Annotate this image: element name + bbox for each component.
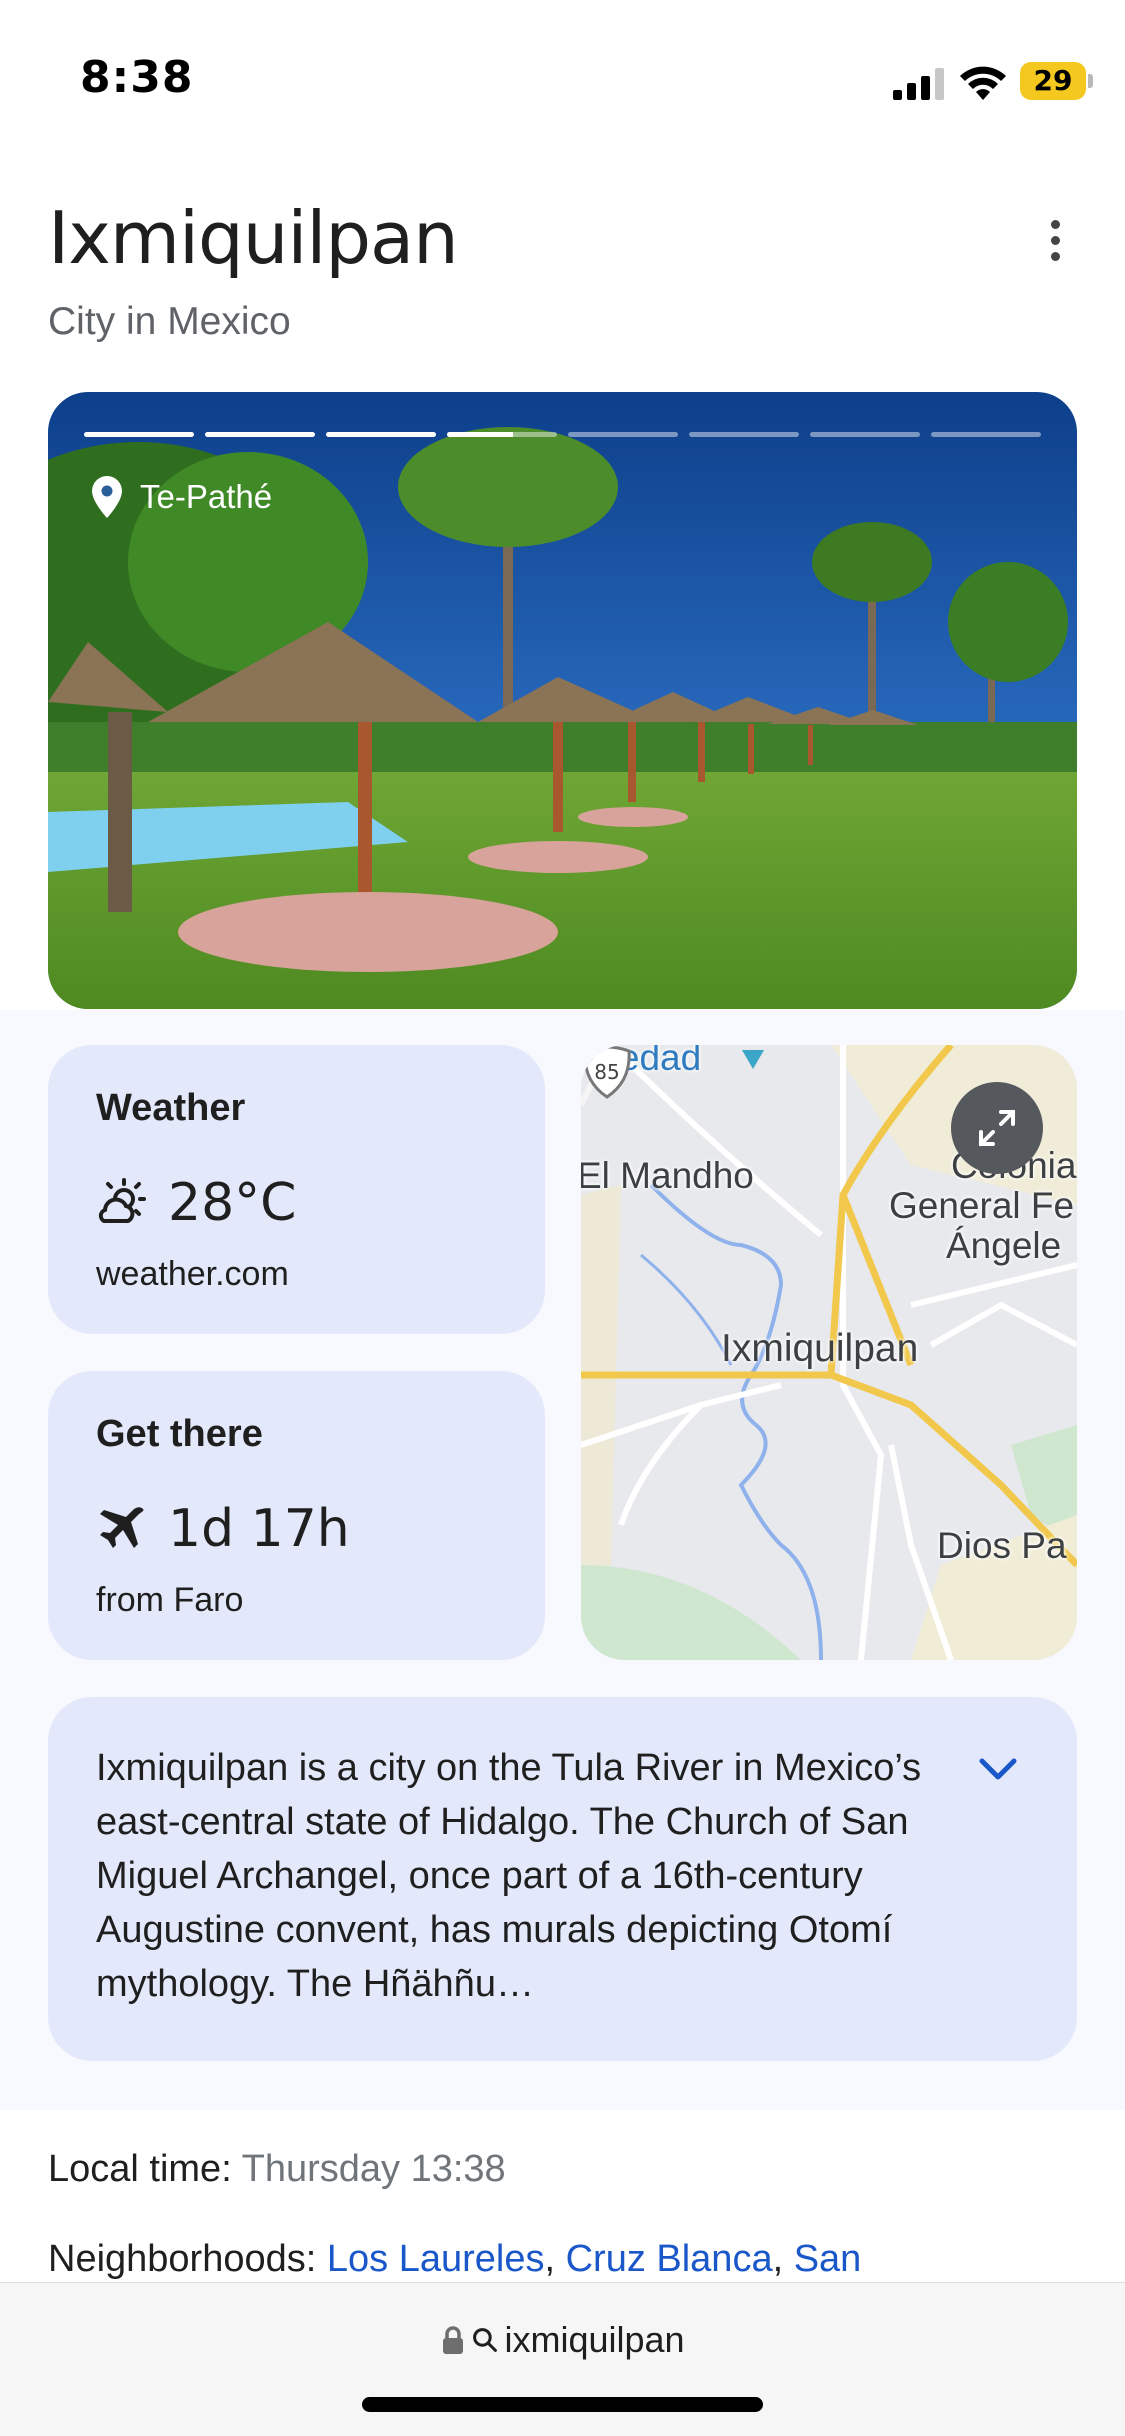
neighborhood-link[interactable]: San bbox=[794, 2238, 862, 2280]
browser-bar: ixmiquilpan bbox=[0, 2282, 1125, 2436]
wifi-icon bbox=[960, 66, 1006, 100]
story-segment-fill bbox=[447, 432, 513, 437]
story-segment bbox=[810, 432, 920, 437]
hero-image[interactable]: Te-Pathé bbox=[48, 392, 1077, 1009]
story-segment-fill bbox=[326, 432, 436, 437]
home-indicator[interactable] bbox=[362, 2397, 763, 2412]
lock-icon bbox=[443, 2326, 464, 2354]
expand-icon[interactable] bbox=[951, 1082, 1043, 1174]
neighborhoods-row: Neighborhoods: Los Laureles, Cruz Blanca… bbox=[48, 2238, 861, 2281]
neighborhood-separator: , bbox=[544, 2238, 566, 2280]
story-segment-fill bbox=[84, 432, 194, 437]
weather-title: Weather bbox=[96, 1087, 246, 1129]
local-time-label: Local time: bbox=[48, 2148, 232, 2190]
weather-card[interactable]: Weather 28°C weather.com bbox=[48, 1045, 545, 1334]
page-subtitle: City in Mexico bbox=[48, 300, 291, 343]
description-card[interactable]: Ixmiquilpan is a city on the Tula River … bbox=[48, 1697, 1077, 2061]
url-text: ixmiquilpan bbox=[504, 2319, 685, 2360]
weather-source: weather.com bbox=[96, 1255, 289, 1293]
signal-icon bbox=[893, 68, 944, 100]
address-bar[interactable]: ixmiquilpan bbox=[0, 2319, 1125, 2361]
battery-icon: 29 bbox=[1020, 62, 1086, 100]
story-segment bbox=[689, 432, 799, 437]
weather-main: 28°C bbox=[96, 1173, 296, 1233]
story-segment bbox=[447, 432, 557, 437]
get-there-origin: from Faro bbox=[96, 1581, 244, 1619]
neighborhoods-label: Neighborhoods: bbox=[48, 2238, 317, 2280]
story-segment bbox=[326, 432, 436, 437]
highway-shield-icon: 85 bbox=[583, 1045, 631, 1099]
description-text: Ixmiquilpan is a city on the Tula River … bbox=[96, 1747, 922, 2005]
map-label-general: General Fe bbox=[889, 1185, 1075, 1226]
chevron-down-icon[interactable] bbox=[978, 1755, 1018, 1783]
story-segment bbox=[931, 432, 1041, 437]
map-label-west: El Mandho bbox=[581, 1155, 754, 1196]
get-there-duration: 1d 17h bbox=[168, 1499, 350, 1559]
location-pin-icon bbox=[92, 476, 122, 518]
get-there-main: 1d 17h bbox=[96, 1499, 350, 1559]
get-there-title: Get there bbox=[96, 1413, 263, 1455]
neighborhood-separator: , bbox=[772, 2238, 794, 2280]
map-label-southeast: Dios Pa bbox=[937, 1525, 1067, 1566]
story-segment bbox=[84, 432, 194, 437]
weather-temperature: 28°C bbox=[168, 1173, 297, 1233]
battery-tip bbox=[1088, 74, 1093, 88]
map-label-angele: Ángele bbox=[946, 1225, 1062, 1266]
status-bar: 8:38 29 bbox=[0, 0, 1125, 150]
local-time-value: Thursday 13:38 bbox=[241, 2148, 506, 2190]
neighborhood-link[interactable]: Los Laureles bbox=[327, 2238, 545, 2280]
more-vert-icon[interactable] bbox=[1040, 220, 1070, 272]
story-segment bbox=[568, 432, 678, 437]
map-preview[interactable]: eredad El Mandho Colonia General Fe Ánge… bbox=[581, 1045, 1077, 1660]
search-icon bbox=[473, 2328, 498, 2352]
story-segment-fill bbox=[205, 432, 315, 437]
hero-location-label: Te-Pathé bbox=[140, 478, 273, 515]
story-segment bbox=[205, 432, 315, 437]
story-progress bbox=[84, 432, 1041, 437]
neighborhood-link[interactable]: Cruz Blanca bbox=[566, 2238, 773, 2280]
status-time: 8:38 bbox=[80, 52, 194, 103]
local-time-row: Local time: Thursday 13:38 bbox=[48, 2148, 506, 2191]
map-label-center: Ixmiquilpan bbox=[721, 1327, 919, 1370]
airplane-icon bbox=[100, 1507, 144, 1548]
page-title: Ixmiquilpan bbox=[48, 196, 459, 280]
partly-cloudy-icon bbox=[98, 1178, 146, 1223]
get-there-card[interactable]: Get there 1d 17h from Faro bbox=[48, 1371, 545, 1660]
hero-location[interactable]: Te-Pathé bbox=[92, 476, 272, 518]
highway-number: 85 bbox=[594, 1060, 619, 1084]
